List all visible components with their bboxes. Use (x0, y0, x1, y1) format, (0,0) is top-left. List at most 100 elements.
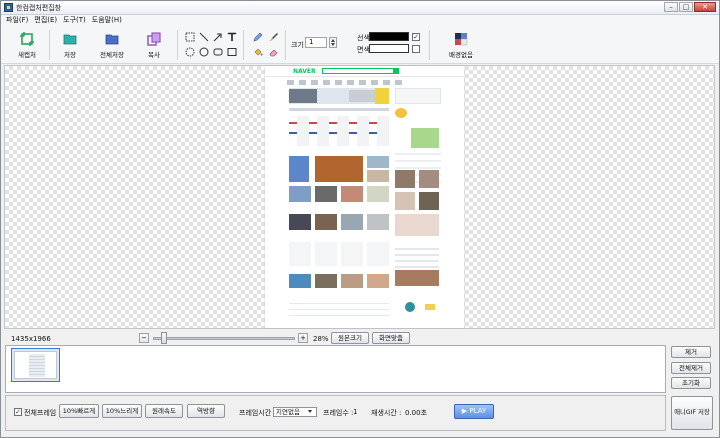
copy-button[interactable]: 복사 (134, 28, 174, 62)
zoom-out-button[interactable]: − (139, 333, 149, 343)
preview-footer-badge (425, 304, 435, 310)
faster-button[interactable]: 10%빠르게 (59, 404, 99, 418)
zoom-slider-thumb[interactable] (161, 332, 167, 344)
menu-bar: 파일(F) 편집(E) 도구(T) 도움말(H) (1, 15, 719, 26)
preview-chart-row (289, 242, 389, 266)
preview-tile (341, 274, 363, 288)
remove-all-frames-button[interactable]: 전체제거 (671, 362, 711, 374)
line-tool[interactable] (199, 32, 209, 42)
size-input[interactable]: 1 (305, 37, 327, 48)
rect-icon (227, 48, 237, 56)
close-button[interactable]: ✕ (694, 2, 716, 12)
slower-button[interactable]: 10%느리게 (102, 404, 142, 418)
zoom-slider-track[interactable] (153, 337, 295, 340)
reverse-button[interactable]: 역방향 (187, 404, 225, 418)
text-tool[interactable] (227, 32, 237, 42)
preview-food-image (315, 156, 363, 182)
preview-tile (367, 274, 389, 288)
toolbar-separator (177, 30, 178, 60)
fill-tool[interactable] (253, 47, 263, 57)
frame-count-label: 프레임수 : (323, 409, 354, 417)
preview-header: NAVER (265, 66, 464, 77)
preview-tile (315, 274, 337, 288)
preview-nav-icon (287, 80, 294, 85)
play-time-value: 0.00초 (405, 409, 428, 417)
image-canvas[interactable]: NAVER (4, 65, 715, 329)
preview-login-box (395, 88, 441, 104)
fill-color-checkbox[interactable] (412, 45, 420, 53)
frame-thumbnail[interactable] (11, 348, 60, 382)
rounded-rect-tool[interactable] (213, 47, 223, 57)
minimize-button[interactable]: – (664, 2, 678, 12)
original-size-button[interactable]: 원본크기 (331, 332, 369, 344)
dashed-ellipse-icon (185, 47, 195, 57)
preview-footer-icon (405, 302, 415, 312)
rect-select-tool[interactable] (185, 32, 195, 42)
menu-help[interactable]: 도움말(H) (92, 15, 122, 26)
preview-search-box (322, 68, 394, 74)
color-grid-icon (455, 33, 468, 46)
preview-tile (289, 274, 311, 288)
remove-frame-button[interactable]: 제거 (671, 346, 711, 358)
toolbar-separator (429, 30, 430, 60)
fill-color-label: 면색 (357, 46, 370, 54)
preview-tile (367, 186, 389, 202)
preview-news-line (289, 108, 389, 111)
rect-tool[interactable] (227, 47, 237, 57)
frame-time-label: 프레임시간 (239, 409, 272, 417)
arrow-icon (213, 33, 222, 42)
text-icon (228, 32, 236, 41)
new-capture-label: 새캡처 (18, 51, 36, 59)
preview-nav-icon (395, 80, 402, 85)
title-bar: 한컴캡처편집창 – □ ✕ (1, 1, 719, 15)
preview-nav-icon (383, 80, 390, 85)
save-folder-icon (63, 34, 77, 45)
preview-weather-icon (395, 108, 407, 118)
preview-tile (341, 214, 363, 230)
fit-screen-button[interactable]: 화면맞춤 (372, 332, 410, 344)
brush-tool[interactable] (269, 32, 279, 42)
circle-tool[interactable] (199, 47, 209, 57)
preview-press-logos (289, 132, 389, 134)
play-button[interactable]: ▶ PLAY (454, 404, 494, 419)
maximize-button[interactable]: □ (679, 2, 693, 12)
chevron-down-icon (308, 410, 312, 413)
preview-press-logos (289, 122, 389, 124)
frame-count-value: 1 (353, 408, 358, 416)
preview-nav-icon (371, 80, 378, 85)
menu-file[interactable]: 파일(F) (6, 15, 28, 26)
line-color-swatch[interactable] (369, 32, 409, 41)
menu-tools[interactable]: 도구(T) (63, 15, 86, 26)
all-frames-label: 전체프레임 (24, 409, 57, 417)
save-all-button[interactable]: 전체저장 (92, 28, 132, 62)
menu-edit[interactable]: 편집(E) (34, 15, 57, 26)
save-button[interactable]: 저장 (50, 28, 90, 62)
preview-tile (367, 214, 389, 230)
arrow-tool[interactable] (213, 32, 223, 42)
eraser-tool[interactable] (269, 47, 279, 57)
all-frames-checkbox[interactable]: ✓ (14, 408, 22, 416)
pen-tool[interactable] (253, 32, 263, 42)
preview-logo: NAVER (293, 68, 316, 75)
frame-strip[interactable] (5, 345, 666, 393)
preview-search-button (393, 68, 399, 74)
reset-button[interactable]: 초기화 (671, 377, 711, 389)
fill-color-swatch[interactable] (369, 44, 409, 53)
size-spinner[interactable] (329, 37, 337, 48)
original-speed-button[interactable]: 원래속도 (145, 404, 183, 418)
preview-tile (289, 156, 309, 182)
preview-tile (419, 192, 439, 210)
ellipse-select-tool[interactable] (185, 47, 195, 57)
brush-icon (270, 33, 278, 41)
save-gif-button[interactable]: 애니GIF 저장 (671, 396, 713, 430)
copy-icon (147, 32, 161, 46)
captured-page-preview: NAVER (265, 66, 464, 328)
capture-editor-window: 한컴캡처편집창 – □ ✕ 파일(F) 편집(E) 도구(T) 도움말(H) 새… (0, 0, 720, 438)
toolbar-separator (243, 30, 244, 60)
new-capture-button[interactable]: 새캡처 (7, 28, 47, 62)
line-color-checkbox[interactable]: ✓ (412, 33, 420, 41)
zoom-in-button[interactable]: + (298, 333, 308, 343)
app-icon (4, 3, 13, 12)
background-remove-button[interactable]: 배경없음 (441, 28, 481, 62)
preview-tile (367, 170, 389, 182)
